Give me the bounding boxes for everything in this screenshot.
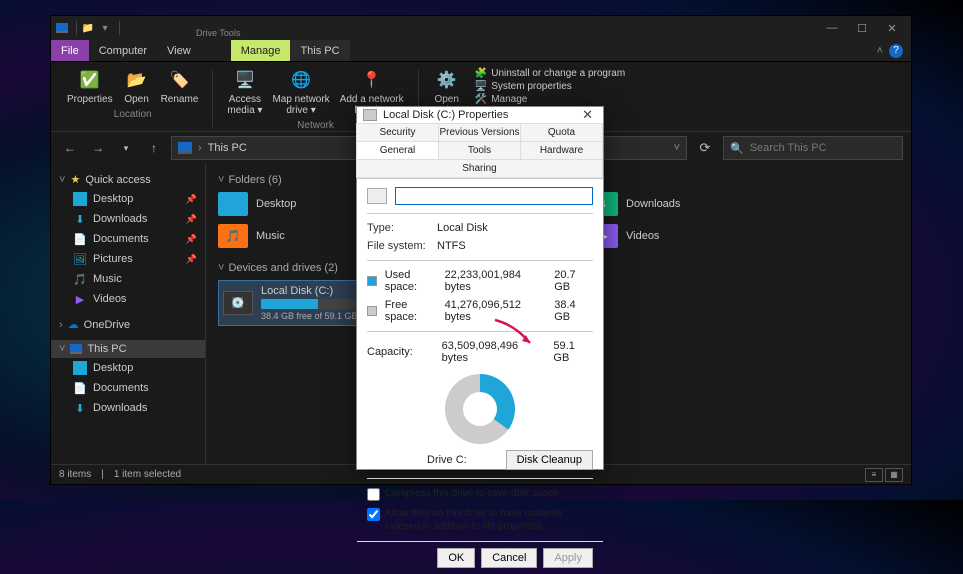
back-button[interactable]: ←: [59, 137, 81, 159]
search-icon: 🔍: [730, 142, 744, 155]
forward-button[interactable]: →: [87, 137, 109, 159]
sidebar-pc-downloads[interactable]: ⬇Downloads: [51, 398, 205, 418]
free-label: Free space:: [385, 299, 437, 323]
open-button[interactable]: 📂Open: [119, 66, 155, 107]
volume-label-input[interactable]: [395, 187, 593, 205]
fs-label: File system:: [367, 240, 429, 252]
pc-icon: [55, 21, 69, 35]
group-network-label: Network: [297, 120, 334, 131]
sidebar-onedrive[interactable]: ›☁OneDrive: [51, 315, 205, 334]
map-drive-button[interactable]: 🌐Map networkdrive ▾: [268, 66, 333, 118]
type-value: Local Disk: [437, 222, 488, 234]
tab-file[interactable]: File: [51, 40, 89, 61]
titlebar: 📁 ▾ — ☐ ✕: [51, 16, 911, 40]
dialog-title: Local Disk (C:) Properties: [383, 109, 508, 121]
uninstall-link[interactable]: 🧩Uninstall or change a program: [475, 68, 625, 79]
view-details-button[interactable]: ≡: [865, 468, 883, 482]
usage-donut: [445, 374, 515, 444]
help-icon[interactable]: ?: [889, 44, 903, 58]
tab-thispc[interactable]: This PC: [290, 40, 349, 61]
menubar: File Computer View Manage This PC Drive …: [51, 40, 911, 62]
sidebar-downloads[interactable]: ⬇Downloads📌: [51, 209, 205, 229]
drive-label: Drive C:: [427, 454, 467, 466]
address-text: This PC: [208, 142, 247, 154]
tab-tools[interactable]: Tools: [438, 141, 521, 160]
tab-sharing[interactable]: Sharing: [356, 159, 603, 178]
dialog-titlebar: Local Disk (C:) Properties ✕: [357, 107, 603, 124]
status-items: 8 items: [59, 469, 91, 480]
fs-value: NTFS: [437, 240, 466, 252]
maximize-button[interactable]: ☐: [847, 16, 877, 40]
tab-computer[interactable]: Computer: [89, 40, 157, 61]
tab-previous-versions[interactable]: Previous Versions: [438, 123, 521, 142]
tab-view[interactable]: View: [157, 40, 201, 61]
caret-icon[interactable]: ▾: [98, 21, 112, 35]
rename-button[interactable]: 🏷️Rename: [157, 66, 203, 107]
used-color-icon: [367, 276, 377, 286]
sidebar-thispc[interactable]: ˅This PC: [51, 340, 205, 358]
folder-music[interactable]: 🎵Music: [218, 224, 368, 248]
cap-bytes: 63,509,098,496 bytes: [442, 340, 546, 364]
properties-button[interactable]: ✅Properties: [63, 66, 117, 107]
cancel-button[interactable]: Cancel: [481, 548, 537, 568]
type-label: Type:: [367, 222, 429, 234]
access-media-button[interactable]: 🖥️Accessmedia ▾: [223, 66, 266, 118]
search-input[interactable]: 🔍 Search This PC: [723, 136, 903, 160]
tab-hardware[interactable]: Hardware: [520, 141, 603, 160]
sidebar-documents[interactable]: 📄Documents📌: [51, 229, 205, 249]
drive-icon: 💽: [223, 291, 253, 315]
sidebar-quick-access[interactable]: ˅★Quick access: [51, 170, 205, 189]
up-button[interactable]: ↑: [143, 137, 165, 159]
refresh-button[interactable]: ⟳: [693, 136, 717, 160]
used-gb: 20.7 GB: [554, 269, 593, 293]
sidebar: ˅★Quick access Desktop📌 ⬇Downloads📌 📄Doc…: [51, 164, 206, 464]
tab-quota[interactable]: Quota: [520, 123, 603, 142]
disk-cleanup-button[interactable]: Disk Cleanup: [506, 450, 593, 470]
minimize-button[interactable]: —: [817, 16, 847, 40]
folder-downloads[interactable]: ⬇Downloads: [588, 192, 738, 216]
address-dropdown-icon[interactable]: ˅: [674, 142, 680, 154]
used-label: Used space:: [385, 269, 437, 293]
sidebar-pc-documents[interactable]: 📄Documents: [51, 378, 205, 398]
used-bytes: 22,233,001,984 bytes: [445, 269, 547, 293]
sidebar-videos[interactable]: ▶Videos: [51, 289, 205, 309]
close-button[interactable]: ✕: [877, 16, 907, 40]
sidebar-music[interactable]: 🎵Music: [51, 269, 205, 289]
status-selected: 1 item selected: [114, 469, 181, 480]
tab-general[interactable]: General: [356, 141, 439, 160]
ribbon-collapse-icon[interactable]: ˄: [877, 45, 883, 57]
dialog-tabs: Security Previous Versions Quota General…: [357, 124, 603, 179]
sidebar-pictures[interactable]: 🖼Pictures📌: [51, 249, 205, 269]
pc-icon: [178, 142, 192, 154]
compress-checkbox[interactable]: Compress this drive to save disk space: [367, 487, 593, 501]
index-checkbox[interactable]: Allow files on this drive to have conten…: [367, 507, 593, 533]
sidebar-pc-desktop[interactable]: Desktop: [51, 358, 205, 378]
folder-desktop[interactable]: Desktop: [218, 192, 368, 216]
free-bytes: 41,276,096,512 bytes: [445, 299, 547, 323]
cap-label: Capacity:: [367, 346, 434, 358]
group-location-label: Location: [114, 109, 152, 120]
folder-videos[interactable]: ▶Videos: [588, 224, 738, 248]
manage-link[interactable]: 🛠️Manage: [475, 94, 625, 105]
history-button[interactable]: ▾: [115, 137, 137, 159]
sidebar-desktop[interactable]: Desktop📌: [51, 189, 205, 209]
drivetools-label: Drive Tools: [196, 28, 240, 38]
sysprops-link[interactable]: 🖥️System properties: [475, 81, 625, 92]
free-color-icon: [367, 306, 377, 316]
drive-icon: [363, 109, 377, 121]
apply-button[interactable]: Apply: [543, 548, 593, 568]
folder-icon[interactable]: 📁: [81, 21, 95, 35]
view-icons-button[interactable]: ▦: [885, 468, 903, 482]
properties-dialog: Local Disk (C:) Properties ✕ Security Pr…: [356, 106, 604, 470]
dialog-close-button[interactable]: ✕: [578, 107, 597, 123]
drive-large-icon: [367, 188, 387, 204]
search-placeholder: Search This PC: [750, 142, 827, 154]
free-gb: 38.4 GB: [554, 299, 593, 323]
cap-gb: 59.1 GB: [553, 340, 593, 364]
ok-button[interactable]: OK: [437, 548, 475, 568]
tab-security[interactable]: Security: [356, 123, 439, 142]
tab-manage[interactable]: Manage: [231, 40, 291, 61]
